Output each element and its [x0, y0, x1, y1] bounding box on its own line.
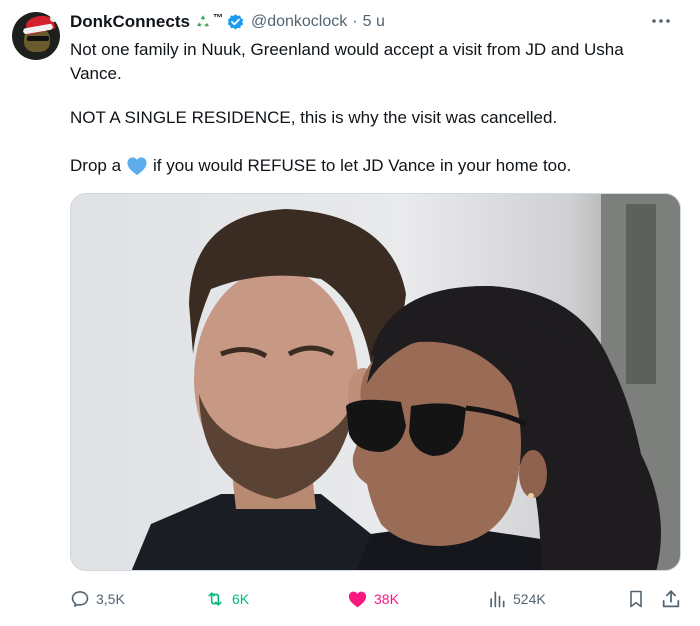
views-icon [487, 589, 507, 609]
recycling-symbol-icon [194, 13, 212, 31]
trademark: ™ [212, 12, 223, 24]
avatar[interactable] [12, 12, 60, 60]
like-icon [347, 589, 368, 609]
photo-illustration [131, 194, 680, 570]
bookmark-icon [626, 588, 646, 610]
views-count: 524K [513, 591, 546, 607]
reply-count: 3,5K [96, 591, 125, 607]
views-button[interactable]: 524K [487, 584, 546, 614]
more-icon[interactable] [650, 12, 672, 30]
bookmark-button[interactable] [626, 584, 652, 614]
repost-count: 6K [232, 591, 250, 607]
tweet-photo[interactable] [70, 193, 681, 571]
avatar-glasses [27, 36, 49, 41]
action-bar: 3,5K 6K 38K 524K [70, 584, 690, 614]
share-button[interactable] [660, 584, 688, 614]
tweet[interactable]: DonkConnects ™ @donkoclock · 5 u Not one… [0, 0, 700, 626]
woman-ear [519, 450, 547, 498]
woman-sunglasses-left [346, 399, 406, 452]
tweet-text-line3: Drop a if you would REFUSE to let JD Van… [70, 154, 571, 178]
woman-earring [528, 493, 534, 499]
blue-heart-icon [126, 156, 148, 176]
tweet-header: DonkConnects ™ @donkoclock · 5 u [70, 10, 385, 34]
display-name[interactable]: DonkConnects [70, 12, 190, 32]
santa-hat-pom [50, 15, 57, 22]
reply-icon [70, 589, 90, 609]
share-icon [660, 588, 682, 610]
reply-button[interactable]: 3,5K [70, 584, 125, 614]
tweet-text-line2: NOT A SINGLE RESIDENCE, this is why the … [70, 108, 558, 127]
like-button[interactable]: 38K [347, 584, 399, 614]
tweet-text-line3-after: if you would REFUSE to let JD Vance in y… [153, 156, 572, 175]
verified-badge-icon[interactable] [226, 13, 245, 32]
tweet-text-line3-before: Drop a [70, 156, 122, 175]
tweet-text-line1: Not one family in Nuuk, Greenland would … [70, 40, 624, 83]
repost-button[interactable]: 6K [204, 584, 249, 614]
repost-icon [204, 589, 226, 609]
like-count: 38K [374, 591, 399, 607]
handle[interactable]: @donkoclock [251, 13, 347, 31]
timestamp[interactable]: 5 u [363, 13, 385, 31]
photo-bg-pillar-dark [626, 204, 656, 384]
separator-dot: · [352, 13, 358, 30]
